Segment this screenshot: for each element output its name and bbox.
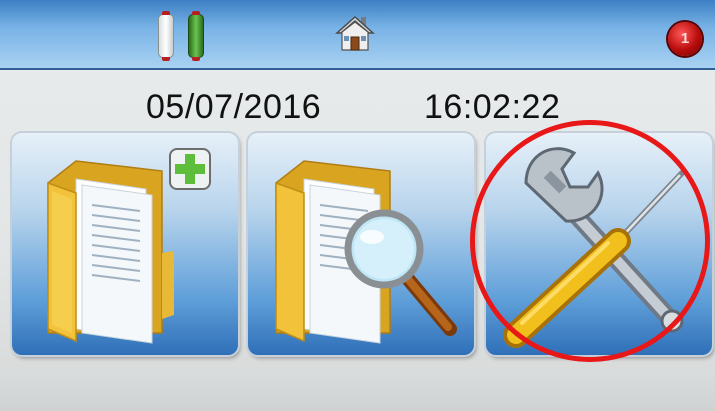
search-file-tile-button[interactable]: [248, 133, 474, 355]
bottom-panel: [0, 372, 715, 411]
date-time-display: 05/07/2016 16:02:22: [0, 88, 715, 128]
wrench-screwdriver-icon: [503, 147, 685, 348]
device-screen: 1 05/07/2016 16:02:22: [0, 0, 715, 411]
alarm-indicator-icon[interactable]: 1: [668, 22, 702, 56]
folder-add-icon: [47, 148, 211, 344]
current-time: 16:02:22: [424, 88, 561, 126]
home-button[interactable]: [335, 14, 375, 54]
alarm-count: 1: [680, 30, 690, 47]
settings-tools-tile-button[interactable]: [486, 133, 712, 355]
folder-search-icon: [275, 160, 457, 344]
new-file-tile-button[interactable]: [12, 133, 238, 355]
battery-full-icon: [188, 11, 204, 61]
status-bar: 1: [0, 0, 715, 70]
house-icon: [335, 15, 375, 51]
battery-empty-icon: [158, 11, 174, 61]
current-date: 05/07/2016: [146, 88, 322, 126]
